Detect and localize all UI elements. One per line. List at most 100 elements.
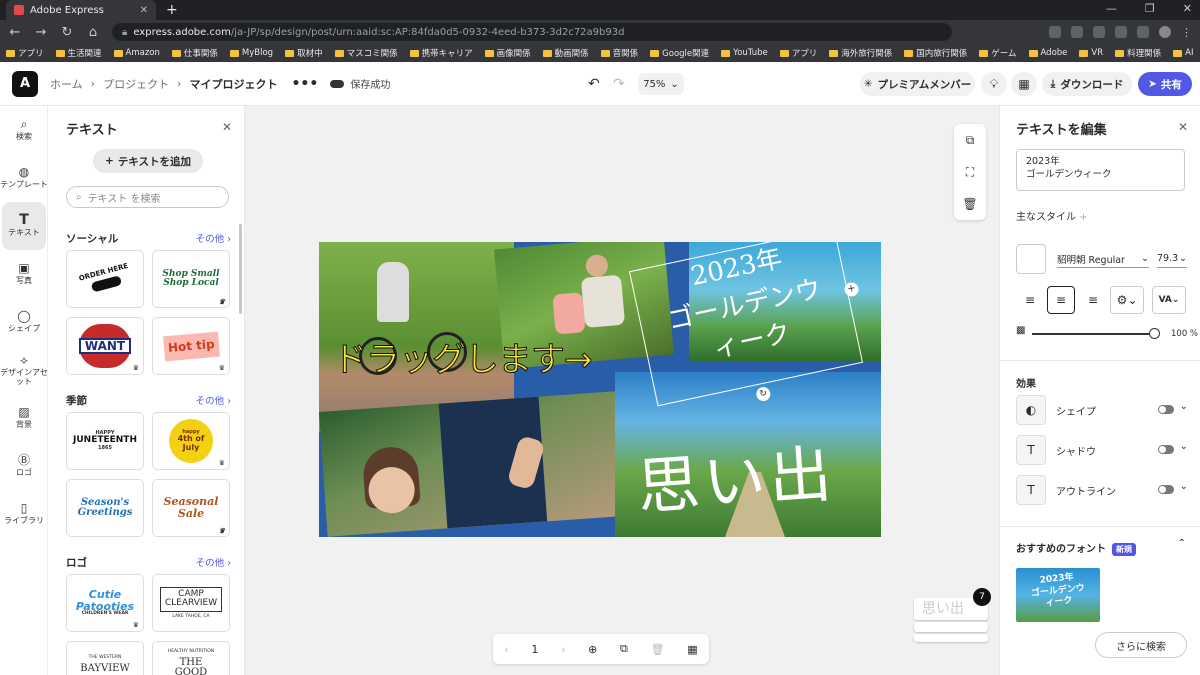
rail-item-template[interactable]: ◍ テンプレート [0, 154, 48, 202]
text-template-cutie-patooties[interactable]: Cutie Patooties CHILDREN'S WEAR ♛ [66, 574, 144, 632]
text-template-want[interactable]: WANT ♛ [66, 317, 144, 375]
close-icon[interactable]: ✕ [222, 120, 232, 134]
text-template-hot-tip[interactable]: Hot tip ♛ [152, 317, 230, 375]
adobe-express-logo[interactable]: A [12, 70, 38, 97]
bookmark-folder[interactable]: 取材中 [285, 47, 323, 59]
delete-page-icon[interactable]: 🗑︎ [651, 643, 665, 656]
align-center-icon[interactable]: ≡ [1047, 286, 1075, 314]
text-template-seasons-greetings[interactable]: Season's Greetings [66, 479, 144, 537]
extension-icon[interactable] [1093, 26, 1105, 38]
outline-toggle[interactable] [1158, 485, 1174, 494]
bookmark-folder[interactable]: 画像関係 [484, 47, 531, 59]
list-style-icon[interactable]: ⚙⌄ [1110, 286, 1144, 314]
url-field[interactable]: 🔒︎ express.adobe.com/ja-JP/sp/design/pos… [112, 23, 952, 41]
bookmark-folder[interactable]: VR [1079, 48, 1103, 58]
bookmark-folder[interactable]: YouTube [721, 48, 768, 58]
minimize-icon[interactable]: — [1106, 2, 1117, 15]
text-content-field[interactable]: 2023年 ゴールデンウィーク [1016, 149, 1185, 191]
design-canvas[interactable]: 2023年 ゴールデンウ ィーク + ↻ 思い出 ドラッグします→ [319, 242, 881, 537]
main-style-label[interactable]: 主なスタイル + [1016, 208, 1088, 223]
extension-icon[interactable] [1049, 26, 1061, 38]
bookmark-folder[interactable]: アプリ [779, 47, 817, 59]
see-more-link[interactable]: その他 › [196, 555, 231, 570]
redo-icon[interactable]: ↷ [613, 76, 625, 92]
text-template-juneteenth[interactable]: HAPPY JUNETEENTH 1865 [66, 412, 144, 470]
undo-icon[interactable]: ↶ [588, 76, 600, 92]
panel-scrollbar[interactable] [239, 224, 242, 314]
text-search-input[interactable]: ⌕ テキスト を検索 [66, 186, 229, 208]
grid-view-icon[interactable]: ▦ [687, 643, 697, 656]
more-options-button[interactable]: ••• [291, 76, 318, 92]
bookmark-folder[interactable]: Google関連 [650, 47, 709, 59]
breadcrumb-projects[interactable]: プロジェクト [103, 76, 169, 92]
duplicate-icon[interactable]: ⧉ [966, 133, 975, 148]
bookmark-folder[interactable]: Amazon [113, 48, 160, 58]
opacity-slider-track[interactable] [1032, 333, 1154, 335]
breadcrumb-current[interactable]: マイプロジェクト [189, 76, 277, 92]
bookmark-folder[interactable]: 生活関連 [55, 47, 102, 59]
bookmark-folder[interactable]: 動画関係 [542, 47, 589, 59]
opacity-slider-handle[interactable] [1149, 328, 1160, 339]
maximize-icon[interactable]: ❐ [1145, 2, 1155, 15]
close-window-icon[interactable]: ✕ [1183, 2, 1192, 15]
lightbulb-button[interactable]: 💡︎ [981, 72, 1007, 96]
see-more-link[interactable]: その他 › [196, 393, 231, 408]
add-text-button[interactable]: + テキストを追加 [93, 149, 203, 173]
new-tab-icon[interactable]: + [166, 0, 178, 20]
bookmark-folder[interactable]: 国内旅行関係 [904, 47, 967, 59]
bookmark-folder[interactable]: アプリ [6, 47, 44, 59]
browser-tab[interactable]: Adobe Express ✕ [6, 0, 156, 20]
bookmark-folder[interactable]: Adobe [1028, 48, 1067, 58]
duplicate-page-icon[interactable]: ⧉ [620, 642, 628, 656]
home-icon[interactable]: ⌂ [86, 25, 100, 40]
rail-item-logo[interactable]: Ⓑ ロゴ [0, 442, 48, 490]
recommended-font-thumb[interactable]: 2023年 ゴールデンウ ィーク [1016, 568, 1100, 622]
text-template-4th-of-july[interactable]: happy 4th of July ♛ [152, 412, 230, 470]
extension-icon[interactable] [1115, 26, 1127, 38]
text-template-order-here[interactable]: ORDER HERE [66, 250, 144, 308]
bookmark-folder[interactable]: 料理関係 [1115, 47, 1161, 59]
close-icon[interactable]: ✕ [1178, 120, 1188, 134]
chevron-down-icon[interactable]: ⌄ [1180, 401, 1188, 412]
bookmark-folder[interactable]: マスコミ関係 [334, 47, 398, 59]
calendar-button[interactable]: ▦ [1011, 72, 1037, 96]
add-page-icon[interactable]: ⊕ [588, 643, 597, 656]
shape-toggle[interactable] [1158, 405, 1174, 414]
forward-icon[interactable]: → [34, 25, 48, 40]
effect-shadow-row[interactable]: T シャドウ ⌄ [1016, 435, 1188, 465]
shadow-toggle[interactable] [1158, 445, 1174, 454]
reload-icon[interactable]: ↻ [60, 25, 74, 40]
color-swatch[interactable] [1016, 244, 1046, 274]
see-more-link[interactable]: その他 › [196, 231, 231, 246]
back-icon[interactable]: ← [8, 25, 22, 40]
breadcrumb-home[interactable]: ホーム [50, 76, 83, 92]
chevron-down-icon[interactable]: ⌄ [1180, 441, 1188, 452]
bookmark-folder[interactable]: AI [1173, 48, 1193, 58]
profile-avatar[interactable] [1159, 26, 1171, 38]
rail-item-text[interactable]: T テキスト [2, 202, 46, 250]
memory-text[interactable]: 思い出 [634, 423, 838, 527]
trash-icon[interactable]: 🗑︎ [962, 197, 977, 211]
prayer-photo[interactable] [319, 390, 637, 537]
text-template-camp-clearview[interactable]: CAMP CLEARVIEW LAKE TAHOE, CA [152, 574, 230, 632]
align-left-icon[interactable]: ≡ [1016, 286, 1044, 314]
zoom-select[interactable]: 75% ⌄ [638, 73, 684, 95]
prev-page-icon[interactable]: ‹ [504, 643, 508, 656]
download-button[interactable]: ⤓ ダウンロード [1042, 72, 1132, 96]
text-template-good-food[interactable]: HEALTHY NUTRITION THE GOOD FOOD [152, 641, 230, 675]
rail-item-search[interactable]: ⌕ 検索 [0, 106, 48, 154]
premium-member-button[interactable]: ✳ プレミアムメンバー [860, 72, 975, 96]
search-more-button[interactable]: さらに検索 [1095, 632, 1187, 658]
rail-item-photo[interactable]: ▣ 写真 [0, 250, 48, 298]
text-template-bayview[interactable]: THE WESTERN BAYVIEW [66, 641, 144, 675]
chevron-down-icon[interactable]: ⌄ [1180, 481, 1188, 492]
bookmark-folder[interactable]: ゲーム [979, 47, 1017, 59]
chevron-up-icon[interactable]: ⌃ [1178, 538, 1186, 549]
menu-icon[interactable]: ⋮ [1181, 26, 1192, 39]
bookmark-folder[interactable]: MyBlog [229, 48, 273, 58]
text-template-shop-small[interactable]: Shop Small Shop Local ♛ [152, 250, 230, 308]
rail-item-background[interactable]: ▨ 背景 [0, 394, 48, 442]
close-tab-icon[interactable]: ✕ [140, 5, 148, 16]
extension-icon[interactable] [1071, 26, 1083, 38]
rail-item-shape[interactable]: ◯ シェイプ [0, 298, 48, 346]
